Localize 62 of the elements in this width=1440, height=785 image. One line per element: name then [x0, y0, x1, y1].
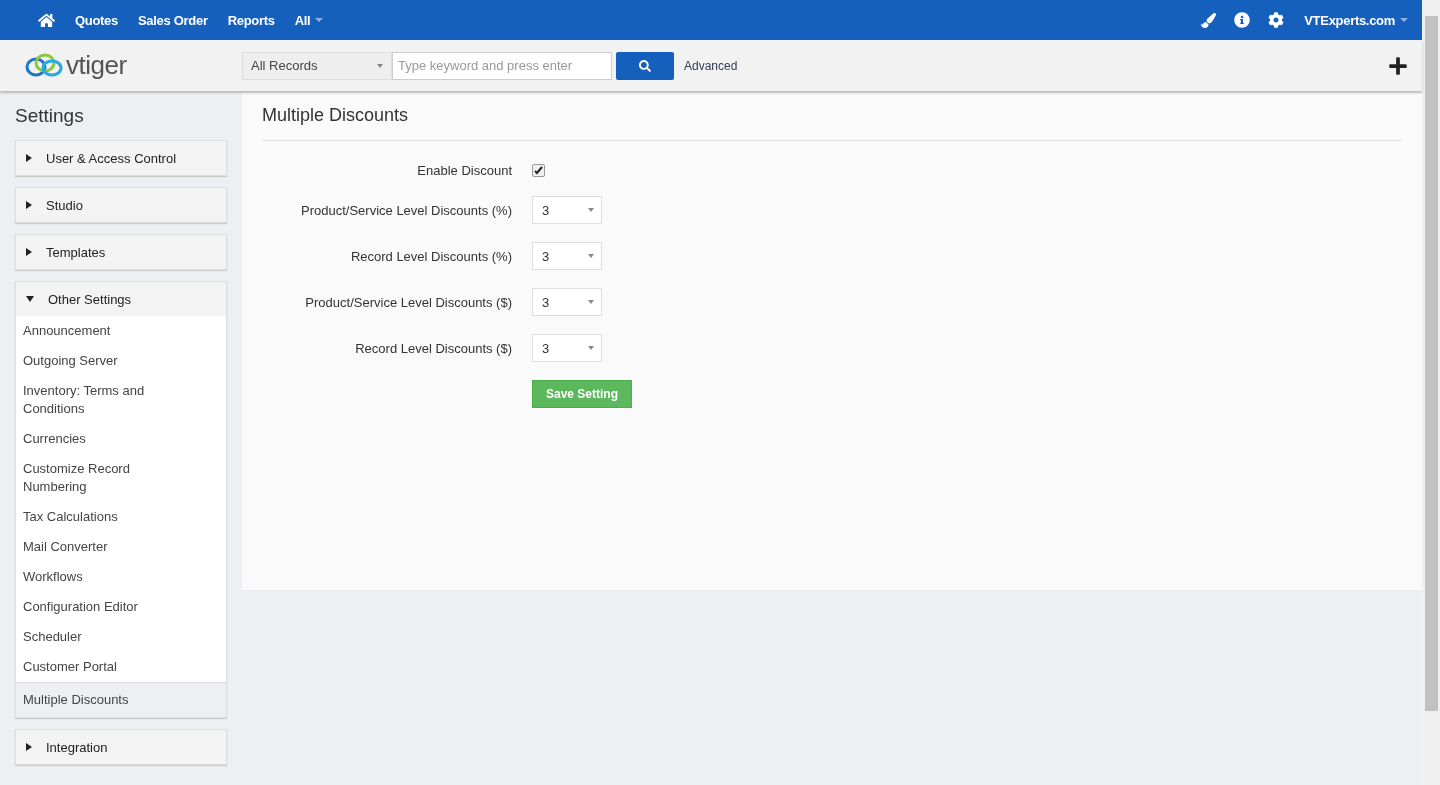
- triangle-right-icon: [26, 248, 32, 256]
- sidebar-item[interactable]: Announcement: [16, 316, 226, 346]
- plus-icon[interactable]: [1388, 55, 1408, 76]
- sidebar-item[interactable]: Tax Calculations: [16, 502, 226, 532]
- dropdown-select[interactable]: 3: [532, 242, 602, 270]
- caret-icon: [377, 63, 383, 68]
- group-label: Studio: [46, 197, 83, 213]
- caret-icon: [588, 300, 594, 304]
- sidebar-title: Settings: [15, 105, 85, 127]
- sidebar-item[interactable]: Mail Converter: [16, 532, 226, 562]
- dropdown-select[interactable]: 3: [532, 196, 602, 224]
- group-label: Integration: [46, 739, 108, 755]
- sidebar-item[interactable]: Configuration Editor: [16, 592, 226, 622]
- sidebar-item[interactable]: Outgoing Server: [16, 346, 226, 376]
- group-label: User & Access Control: [46, 150, 177, 166]
- field-label: Record Level Discounts ($): [354, 340, 512, 356]
- sidebar-item[interactable]: Inventory: Terms and Conditions: [16, 376, 226, 424]
- group-label: Other Settings: [48, 291, 132, 307]
- nav-link[interactable]: Reports: [227, 12, 275, 28]
- nav-link[interactable]: Sales Order: [138, 12, 208, 28]
- triangle-right-icon: [26, 154, 32, 162]
- caret-icon: [588, 208, 594, 212]
- field-label: Product/Service Level Discounts ($): [304, 294, 512, 310]
- sidebar-item[interactable]: Workflows: [16, 562, 226, 592]
- sidebar-item[interactable]: Customize Record Numbering: [16, 454, 226, 502]
- dropdown-select[interactable]: 3: [532, 334, 602, 362]
- caret-icon: [1400, 18, 1408, 22]
- caret-icon: [588, 254, 594, 258]
- sidebar-group-header[interactable]: Integration: [16, 730, 226, 764]
- nav-link[interactable]: All: [294, 12, 324, 28]
- sidebar-group-header[interactable]: Studio: [16, 188, 226, 222]
- checkbox[interactable]: [532, 164, 545, 177]
- logo-text: vtiger: [66, 50, 127, 81]
- triangle-down-icon: [26, 296, 34, 302]
- info-icon[interactable]: [1234, 12, 1251, 28]
- sidebar-group-header[interactable]: Templates: [16, 235, 226, 269]
- triangle-right-icon: [26, 201, 32, 209]
- sidebar-group-header[interactable]: Other Settings: [16, 282, 226, 316]
- sidebar-item[interactable]: Currencies: [16, 424, 226, 454]
- triangle-right-icon: [26, 743, 32, 751]
- search-field[interactable]: Type keyword and press enter: [392, 51, 612, 80]
- user-menu[interactable]: VTExperts.com: [1304, 12, 1408, 28]
- field-label: Enable Discount: [416, 163, 512, 178]
- search-button[interactable]: [616, 51, 674, 80]
- sidebar-item[interactable]: Multiple Discounts: [16, 682, 226, 717]
- caret-icon: [315, 18, 324, 22]
- dropdown-select[interactable]: 3: [532, 288, 602, 316]
- settings-icon[interactable]: [1268, 12, 1285, 28]
- advanced-link[interactable]: Advanced: [684, 58, 738, 73]
- group-label: Templates: [46, 244, 106, 260]
- caret-icon: [588, 346, 594, 350]
- nav-link[interactable]: Quotes: [75, 12, 118, 28]
- sidebar-item[interactable]: Customer Portal: [16, 652, 226, 682]
- field-label: Product/Service Level Discounts (%): [300, 202, 512, 218]
- sidebar-item[interactable]: Scheduler: [16, 622, 226, 652]
- page-title: Multiple Discounts: [262, 105, 1402, 141]
- home-icon[interactable]: [38, 11, 55, 29]
- search-icon: [639, 59, 651, 72]
- search-scope-select[interactable]: All Records: [242, 51, 392, 80]
- paintbrush-icon[interactable]: [1201, 12, 1217, 28]
- sidebar-group-header[interactable]: User & Access Control: [16, 141, 226, 175]
- field-label: Record Level Discounts (%): [349, 248, 512, 264]
